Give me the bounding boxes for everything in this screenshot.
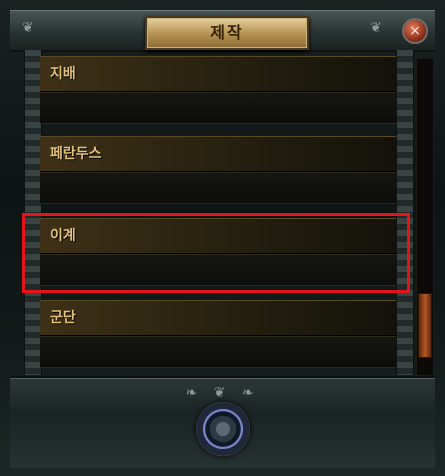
- scrollbar-thumb[interactable]: [418, 293, 432, 358]
- list-item-label: 지배: [50, 66, 76, 82]
- crafting-window: ❦ ❦ 제작 × 지배 페란두스 이계 군단 ❧ ❦ ❧: [0, 0, 445, 476]
- list-item-slot[interactable]: [40, 336, 396, 368]
- list-item-jibae[interactable]: 지배: [40, 56, 396, 124]
- list-item-header[interactable]: 페란두스: [40, 136, 396, 172]
- list-item-label: 페란두스: [50, 146, 102, 162]
- ornament-left-icon: ❦: [22, 20, 34, 36]
- close-button[interactable]: ×: [402, 18, 428, 44]
- list-item-slot[interactable]: [40, 92, 396, 124]
- window-title: 제작: [210, 23, 244, 42]
- close-icon: ×: [409, 23, 421, 39]
- selection-highlight: [22, 213, 410, 293]
- craft-button[interactable]: [196, 402, 250, 456]
- ornament-right-icon: ❦: [370, 20, 382, 36]
- list-item-label: 군단: [50, 310, 76, 326]
- list-item-header[interactable]: 군단: [40, 300, 396, 336]
- list-item-gundan[interactable]: 군단: [40, 300, 396, 368]
- bottom-ornament-icon: ❧ ❦ ❧: [185, 385, 260, 401]
- title-plate: 제작: [145, 16, 309, 50]
- list-item-ferandus[interactable]: 페란두스: [40, 136, 396, 204]
- list-item-header[interactable]: 지배: [40, 56, 396, 92]
- list-item-slot[interactable]: [40, 172, 396, 204]
